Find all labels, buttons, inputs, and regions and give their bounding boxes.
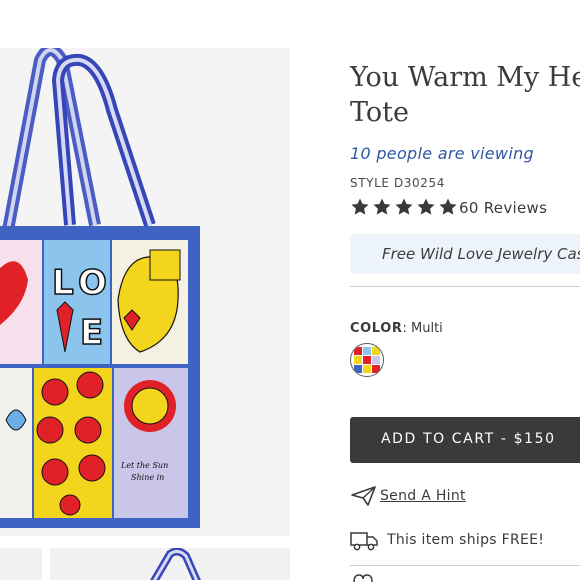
color-swatch-multi[interactable]	[350, 343, 384, 377]
product-title-line1: You Warm My Hea	[350, 62, 580, 93]
thumbnail-1[interactable]	[0, 548, 42, 580]
swatch-pattern	[354, 347, 380, 373]
star-icon	[439, 198, 457, 215]
truck-icon	[350, 532, 378, 551]
heart-icon[interactable]	[352, 573, 374, 583]
poem-line-1: Let the Sun	[120, 461, 168, 470]
star-icon	[417, 198, 435, 215]
tote-bag-illustration: L O E Let the Sun Shine in	[0, 48, 200, 528]
add-to-cart-button[interactable]: ADD TO CART - $150	[350, 417, 580, 463]
product-title-line2: Tote	[350, 97, 409, 128]
star-icon	[373, 198, 391, 215]
color-label-value: : Multi	[402, 321, 443, 336]
star-icon	[395, 198, 413, 215]
product-title: You Warm My Hea Tote	[350, 60, 580, 130]
divider	[350, 286, 580, 287]
love-letter-e: E	[80, 313, 103, 353]
paper-plane-icon[interactable]	[351, 486, 377, 506]
thumbnail-2[interactable]	[50, 548, 290, 580]
add-to-cart-label: ADD TO CART - $150	[381, 431, 556, 447]
rating-stars[interactable]	[350, 197, 458, 217]
divider	[350, 565, 580, 566]
love-letter-o: O	[78, 263, 107, 303]
poem-line-2: Shine in	[131, 473, 164, 482]
reviews-link[interactable]: 60 Reviews	[459, 199, 547, 217]
shipping-info: This item ships FREE!	[387, 532, 545, 548]
color-label: COLOR: Multi	[350, 321, 443, 336]
tote-handle-thumbnail	[150, 548, 201, 580]
love-letter-l: L	[52, 263, 74, 303]
star-icon	[351, 198, 369, 215]
promo-text: Free Wild Love Jewelry Cas	[382, 245, 580, 263]
viewers-count: 10 people are viewing	[350, 144, 534, 163]
product-image[interactable]: L O E Let the Sun Shine in	[0, 48, 290, 536]
send-hint-link[interactable]: Send A Hint	[380, 488, 466, 504]
color-label-key: COLOR	[350, 321, 403, 336]
style-number: STYLE D30254	[350, 176, 445, 190]
